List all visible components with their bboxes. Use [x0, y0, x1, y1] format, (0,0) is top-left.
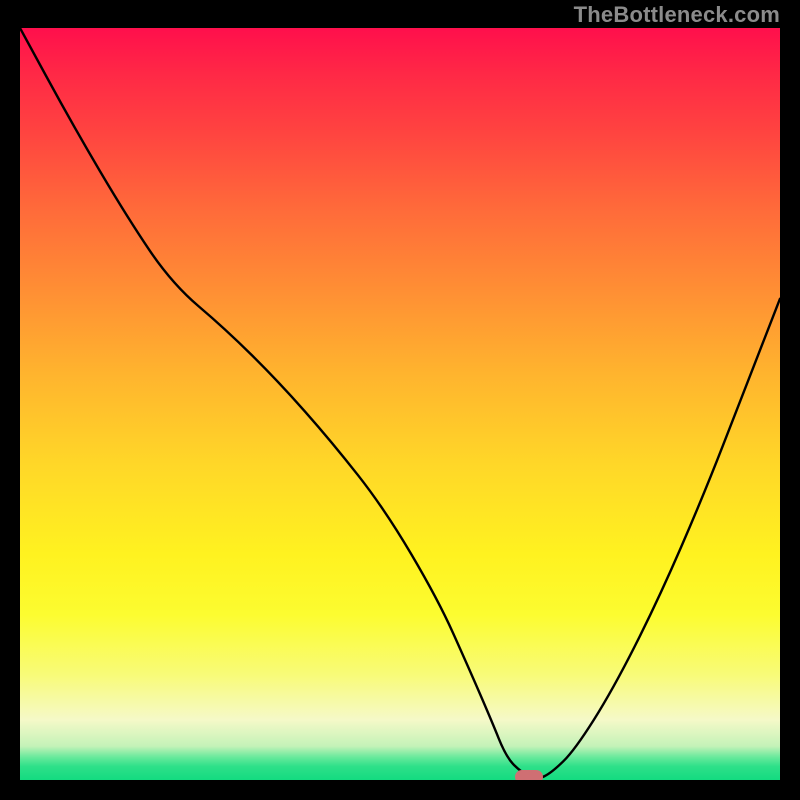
optimal-point-marker [515, 770, 543, 780]
plot-area [20, 28, 780, 780]
bottleneck-curve [20, 28, 780, 780]
chart-container: { "watermark": "TheBottleneck.com", "cha… [0, 0, 800, 800]
watermark-text: TheBottleneck.com [574, 2, 780, 28]
